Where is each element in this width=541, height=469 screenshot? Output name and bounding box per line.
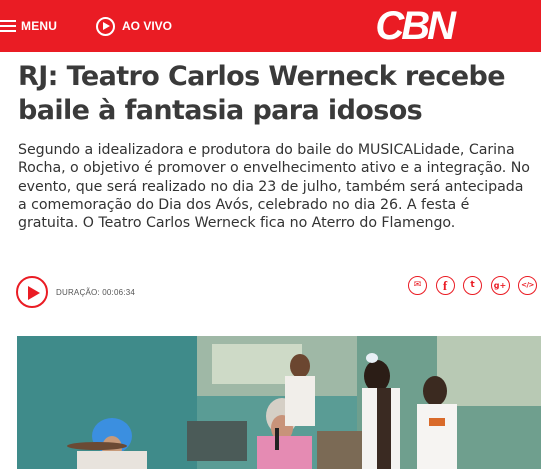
top-bar: MENU AO VIVO CBN xyxy=(0,0,541,52)
menu-button[interactable]: MENU xyxy=(0,0,70,52)
article-summary: Segundo a idealizadora e produtora do ba… xyxy=(18,142,530,232)
email-icon[interactable]: ✉ xyxy=(408,276,427,295)
live-label: AO VIVO xyxy=(122,19,173,33)
article-photo[interactable] xyxy=(17,336,541,469)
share-bar: ✉ f t g+ </> xyxy=(408,276,541,295)
duration-label: DURAÇÃO: 00:06:34 xyxy=(56,287,135,297)
cbn-logo[interactable]: CBN xyxy=(375,4,456,48)
play-button[interactable] xyxy=(16,276,48,308)
article-title: RJ: Teatro Carlos Werneck recebe baile à… xyxy=(18,61,506,126)
twitter-icon[interactable]: t xyxy=(463,276,482,295)
play-circle-icon xyxy=(96,16,115,36)
live-button[interactable]: AO VIVO xyxy=(96,0,172,52)
facebook-icon[interactable]: f xyxy=(435,276,455,295)
hamburger-icon xyxy=(0,20,16,32)
embed-icon[interactable]: </> xyxy=(518,276,537,295)
audio-player: DURAÇÃO: 00:06:34 xyxy=(16,276,135,308)
photo-illustration xyxy=(17,336,541,469)
google-plus-icon[interactable]: g+ xyxy=(490,276,510,295)
menu-label: MENU xyxy=(21,19,58,33)
